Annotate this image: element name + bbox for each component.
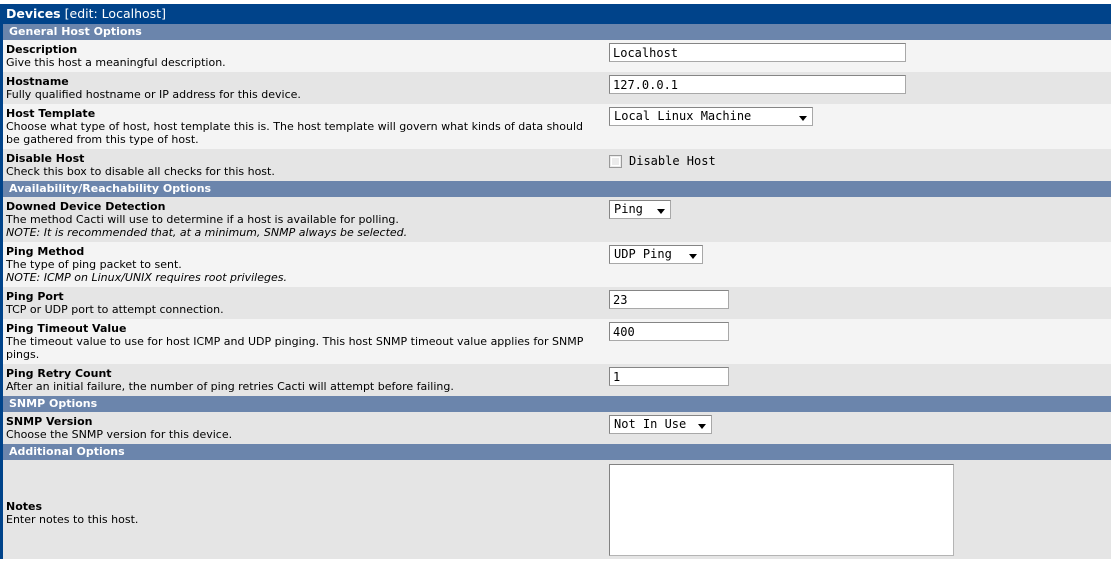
form-row-ping-port: Ping Port TCP or UDP port to attempt con… [0, 287, 1111, 319]
disable-host-help-text: Check this box to disable all checks for… [6, 165, 275, 178]
form-row-host-template: Host Template Choose what type of host, … [0, 104, 1111, 149]
ping-method-field-cell: UDP Ping [604, 242, 1111, 267]
ping-retry-input[interactable] [609, 367, 729, 386]
ping-method-label-cell: Ping Method The type of ping packet to s… [3, 242, 604, 287]
form-row-ping-method: Ping Method The type of ping packet to s… [0, 242, 1111, 287]
description-label-cell: Description Give this host a meaningful … [3, 40, 604, 72]
ping-timeout-input[interactable] [609, 322, 729, 341]
downed-device-detection-selected-value: Ping [614, 202, 643, 216]
ping-timeout-label: Ping Timeout Value [6, 322, 127, 335]
page-title-main: Devices [6, 6, 61, 21]
disable-host-checkbox[interactable] [609, 155, 622, 168]
host-template-label-cell: Host Template Choose what type of host, … [3, 104, 604, 149]
devices-edit-page: Devices [edit: Localhost] General Host Op… [0, 0, 1111, 559]
disable-host-field-cell: Disable Host [604, 149, 1111, 171]
chevron-down-icon [657, 209, 665, 214]
ping-retry-field-cell [604, 364, 1111, 389]
notes-label: Notes [6, 500, 43, 513]
disable-host-label: Disable Host [6, 152, 85, 165]
snmp-version-help-text: Choose the SNMP version for this device. [6, 428, 233, 441]
section-header-general-host-options: General Host Options [0, 24, 1111, 40]
form-row-ping-retry-count: Ping Retry Count After an initial failur… [0, 364, 1111, 396]
disable-host-label-cell: Disable Host Check this box to disable a… [3, 149, 604, 181]
description-field-cell [604, 40, 1111, 65]
section-header-availability-reachability-options: Availability/Reachability Options [0, 181, 1111, 197]
downed-device-detection-label-cell: Downed Device Detection The method Cacti… [3, 197, 604, 242]
form-row-hostname: Hostname Fully qualified hostname or IP … [0, 72, 1111, 104]
snmp-version-selected-value: Not In Use [614, 417, 687, 431]
ping-port-label: Ping Port [6, 290, 64, 303]
ping-retry-label-cell: Ping Retry Count After an initial failur… [3, 364, 604, 396]
ping-method-select[interactable]: UDP Ping [609, 245, 703, 264]
page-title: Devices [edit: Localhost] [0, 4, 1111, 24]
ping-method-help-text: The type of ping packet to sent. [6, 258, 182, 271]
host-template-field-cell: Local Linux Machine [604, 104, 1111, 129]
ping-method-label: Ping Method [6, 245, 85, 258]
ping-timeout-label-cell: Ping Timeout Value The timeout value to … [3, 319, 604, 364]
downed-device-detection-note: NOTE: It is recommended that, at a minim… [6, 226, 408, 239]
snmp-version-field-cell: Not In Use [604, 412, 1111, 437]
downed-device-detection-help-text: The method Cacti will use to determine i… [6, 213, 399, 226]
ping-timeout-help-text: The timeout value to use for host ICMP a… [6, 335, 584, 361]
disable-host-checkbox-wrapper[interactable]: Disable Host [609, 152, 1107, 168]
ping-port-label-cell: Ping Port TCP or UDP port to attempt con… [3, 287, 604, 319]
description-label: Description [6, 43, 78, 56]
host-template-select[interactable]: Local Linux Machine [609, 107, 813, 126]
chevron-down-icon [799, 116, 807, 121]
ping-method-selected-value: UDP Ping [614, 247, 672, 261]
form-row-notes: Notes Enter notes to this host. [0, 460, 1111, 559]
form-row-ping-timeout-value: Ping Timeout Value The timeout value to … [0, 319, 1111, 364]
host-template-label: Host Template [6, 107, 96, 120]
hostname-label-cell: Hostname Fully qualified hostname or IP … [3, 72, 604, 104]
downed-device-detection-label: Downed Device Detection [6, 200, 166, 213]
ping-retry-help-text: After an initial failure, the number of … [6, 380, 454, 393]
snmp-version-label: SNMP Version [6, 415, 93, 428]
host-template-help-text: Choose what type of host, host template … [6, 120, 584, 146]
page-title-sub: [edit: Localhost] [64, 6, 166, 21]
form-row-downed-device-detection: Downed Device Detection The method Cacti… [0, 197, 1111, 242]
notes-field-cell [604, 460, 1111, 559]
ping-port-help-text: TCP or UDP port to attempt connection. [6, 303, 224, 316]
description-input[interactable] [609, 43, 906, 62]
snmp-version-select[interactable]: Not In Use [609, 415, 712, 434]
form-row-snmp-version: SNMP Version Choose the SNMP version for… [0, 412, 1111, 444]
ping-timeout-field-cell [604, 319, 1111, 344]
description-help-text: Give this host a meaningful description. [6, 56, 226, 69]
ping-port-field-cell [604, 287, 1111, 312]
ping-method-note: NOTE: ICMP on Linux/UNIX requires root p… [6, 271, 287, 284]
downed-device-detection-select[interactable]: Ping [609, 200, 671, 219]
notes-help-text: Enter notes to this host. [6, 513, 139, 526]
ping-retry-label: Ping Retry Count [6, 367, 112, 380]
host-template-selected-value: Local Linux Machine [614, 109, 752, 123]
section-header-snmp-options: SNMP Options [0, 396, 1111, 412]
hostname-input[interactable] [609, 75, 906, 94]
hostname-label: Hostname [6, 75, 69, 88]
disable-host-checkbox-label: Disable Host [629, 154, 716, 168]
ping-port-input[interactable] [609, 290, 729, 309]
hostname-help-text: Fully qualified hostname or IP address f… [6, 88, 301, 101]
hostname-field-cell [604, 72, 1111, 97]
notes-label-cell: Notes Enter notes to this host. [3, 460, 604, 529]
chevron-down-icon [689, 254, 697, 259]
form-row-description: Description Give this host a meaningful … [0, 40, 1111, 72]
section-header-additional-options: Additional Options [0, 444, 1111, 460]
chevron-down-icon [698, 424, 706, 429]
downed-device-detection-field-cell: Ping [604, 197, 1111, 222]
notes-textarea[interactable] [609, 464, 954, 556]
form-row-disable-host: Disable Host Check this box to disable a… [0, 149, 1111, 181]
snmp-version-label-cell: SNMP Version Choose the SNMP version for… [3, 412, 604, 444]
